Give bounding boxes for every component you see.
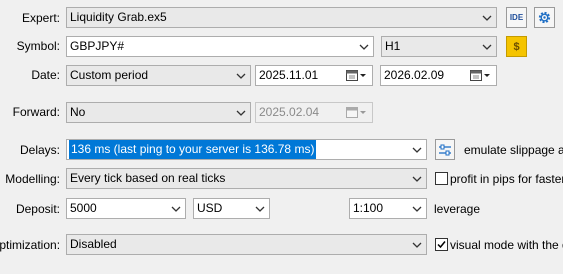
date-label: Date: <box>31 68 60 82</box>
forward-label: Forward: <box>12 105 60 119</box>
ide-label: IDE <box>509 13 524 22</box>
optimization-value: Disabled <box>70 237 117 251</box>
emulate-slippage-label: emulate slippage and <box>464 143 563 157</box>
leverage-select[interactable]: 1:100 <box>349 198 427 219</box>
timeframe-value: H1 <box>385 39 401 53</box>
timeframe-select[interactable]: H1 <box>381 36 497 57</box>
forward-select[interactable]: No <box>66 102 251 123</box>
chevron-down-icon[interactable] <box>409 199 424 218</box>
expert-label: Expert: <box>21 11 60 25</box>
gear-icon <box>538 11 551 24</box>
date-from-picker[interactable]: 2025.11.01 <box>255 65 373 86</box>
chevron-down-icon[interactable] <box>233 103 248 122</box>
currency-select[interactable]: USD <box>193 198 270 219</box>
sliders-icon <box>439 144 451 155</box>
forward-date-value: 2025.02.04 <box>259 105 320 119</box>
chevron-down-icon[interactable] <box>252 199 267 218</box>
date-to-value: 2026.02.09 <box>384 68 445 82</box>
optimization-label: Optimization: <box>0 238 61 252</box>
forward-value: No <box>70 105 86 119</box>
deposit-label: Deposit: <box>15 202 60 216</box>
calendar-dropdown-icon <box>346 107 366 118</box>
modelling-select[interactable]: Every tick based on real ticks <box>66 168 427 189</box>
profit-in-pips-checkbox[interactable] <box>435 172 448 185</box>
deposit-amount-value: 5000 <box>70 201 97 215</box>
calendar-dropdown-icon[interactable] <box>470 69 492 82</box>
forward-date-picker: 2025.02.04 <box>255 102 373 123</box>
chevron-down-icon[interactable] <box>233 66 248 85</box>
chevron-down-icon[interactable] <box>409 140 424 159</box>
deposit-amount-select[interactable]: 5000 <box>66 198 186 219</box>
symbol-select[interactable]: GBPJPY# <box>66 36 374 57</box>
modelling-value: Every tick based on real ticks <box>70 171 226 185</box>
expert-value: Liquidity Grab.ex5 <box>70 10 167 24</box>
dollar-icon: $ <box>513 40 520 53</box>
delays-settings-button[interactable] <box>435 139 455 160</box>
visual-mode-label: visual mode with the disp <box>450 238 563 252</box>
optimization-select[interactable]: Disabled <box>66 234 427 255</box>
chevron-down-icon[interactable] <box>479 8 494 27</box>
leverage-value: 1:100 <box>353 201 384 215</box>
profit-in-pips-label: profit in pips for faster ca <box>450 172 563 186</box>
date-from-value: 2025.11.01 <box>259 68 319 82</box>
symbol-properties-button[interactable]: $ <box>506 36 527 57</box>
calendar-dropdown-icon[interactable] <box>346 69 368 82</box>
delays-select[interactable]: 136 ms (last ping to your server is 136.… <box>66 139 427 160</box>
delays-label: Delays: <box>19 143 60 157</box>
leverage-label: leverage <box>434 202 481 216</box>
date-period-value: Custom period <box>70 68 149 82</box>
date-to-picker[interactable]: 2026.02.09 <box>380 65 497 86</box>
chevron-down-icon[interactable] <box>409 235 424 254</box>
chevron-down-icon[interactable] <box>356 37 371 56</box>
visual-mode-checkbox[interactable] <box>435 238 448 251</box>
delays-value: 136 ms (last ping to your server is 136.… <box>69 140 317 159</box>
symbol-value: GBPJPY# <box>70 39 125 53</box>
chevron-down-icon[interactable] <box>479 37 494 56</box>
chevron-down-icon[interactable] <box>168 199 183 218</box>
checkmark-icon <box>437 241 446 249</box>
date-period-select[interactable]: Custom period <box>66 65 251 86</box>
currency-value: USD <box>197 201 223 215</box>
settings-button[interactable] <box>534 7 555 28</box>
modelling-label: Modelling: <box>5 172 60 186</box>
expert-select[interactable]: Liquidity Grab.ex5 <box>66 7 497 28</box>
symbol-label: Symbol: <box>16 39 60 53</box>
ide-button[interactable]: IDE <box>506 7 527 28</box>
chevron-down-icon[interactable] <box>409 169 424 188</box>
